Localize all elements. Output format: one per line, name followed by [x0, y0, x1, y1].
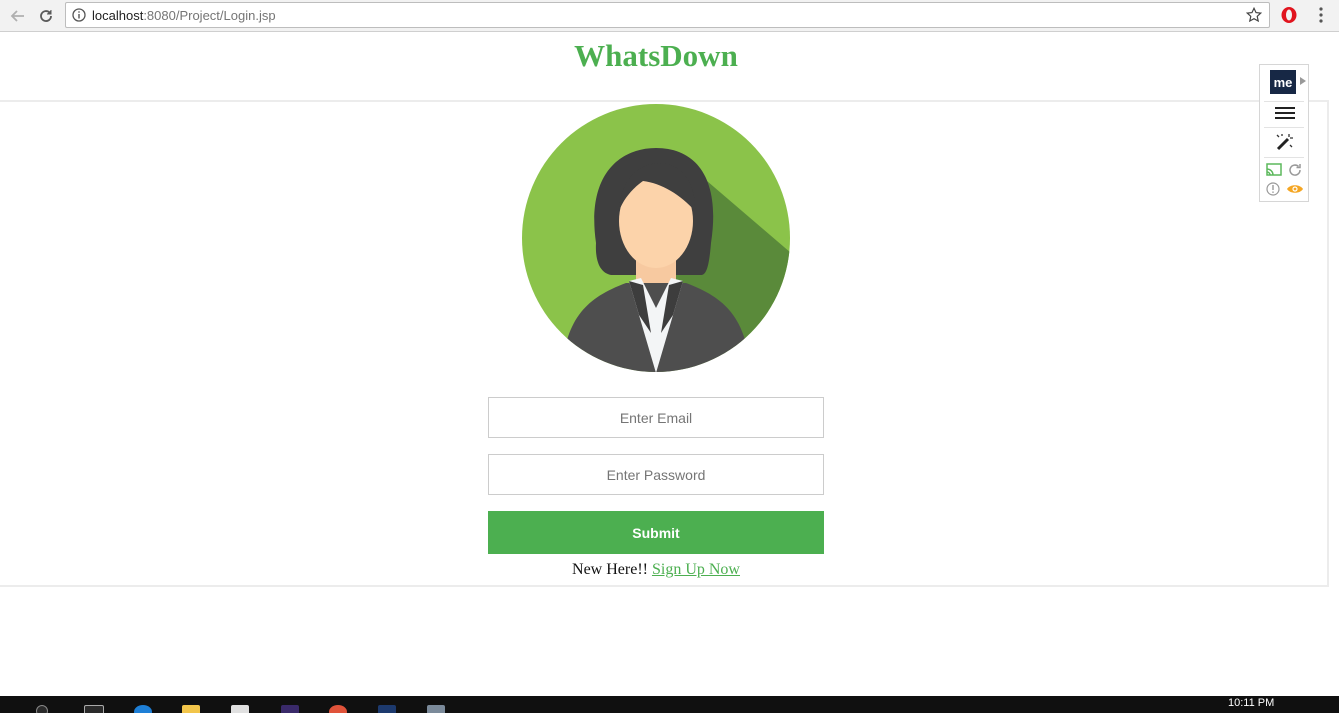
os-taskbar: 10:11 PM	[0, 696, 1339, 713]
page-title: WhatsDown	[574, 38, 738, 73]
back-arrow-icon[interactable]	[8, 6, 28, 26]
panel-divider	[1264, 101, 1304, 102]
address-bar[interactable]: localhost:8080/Project/Login.jsp	[65, 2, 1270, 28]
eclipse-icon[interactable]	[281, 705, 299, 713]
folder-icon[interactable]	[182, 705, 200, 713]
search-icon[interactable]	[36, 705, 48, 713]
signup-link[interactable]: Sign Up Now	[652, 561, 740, 578]
url-host: localhost	[92, 8, 144, 23]
expand-arrow-icon[interactable]	[1300, 77, 1306, 85]
submit-button[interactable]: Submit	[488, 511, 824, 554]
task-view-icon[interactable]	[84, 705, 104, 713]
url-path: :8080/Project/Login.jsp	[143, 8, 276, 23]
clock: 10:11 PM	[1228, 697, 1275, 709]
url-text: localhost:8080/Project/Login.jsp	[92, 8, 276, 23]
signup-prompt: New Here!! Sign Up Now	[0, 561, 1312, 579]
menu-dots-icon[interactable]	[1314, 6, 1328, 29]
refresh-icon[interactable]	[1288, 163, 1302, 182]
app-icon[interactable]	[378, 705, 396, 713]
info-icon[interactable]	[1266, 182, 1280, 201]
chrome-icon[interactable]	[329, 705, 347, 713]
panel-divider	[1264, 157, 1304, 158]
reload-icon[interactable]	[36, 6, 56, 26]
password-field[interactable]	[488, 454, 824, 495]
extension-panel: me	[1259, 64, 1309, 202]
info-icon[interactable]	[72, 8, 86, 27]
store-icon[interactable]	[231, 705, 249, 713]
eye-icon[interactable]	[1286, 182, 1304, 201]
panel-divider	[1264, 127, 1304, 128]
edge-icon[interactable]	[134, 705, 152, 713]
magic-wand-icon[interactable]	[1274, 131, 1296, 158]
signup-prefix: New Here!!	[572, 561, 648, 578]
opera-icon[interactable]	[1280, 6, 1298, 29]
star-icon[interactable]	[1245, 6, 1263, 29]
email-field[interactable]	[488, 397, 824, 438]
browser-toolbar: localhost:8080/Project/Login.jsp	[0, 0, 1339, 32]
cast-icon[interactable]	[1266, 163, 1282, 182]
me-logo[interactable]: me	[1270, 70, 1296, 94]
app-icon-2[interactable]	[427, 705, 445, 713]
hamburger-icon[interactable]	[1274, 105, 1296, 126]
woman-avatar-icon	[522, 104, 790, 372]
